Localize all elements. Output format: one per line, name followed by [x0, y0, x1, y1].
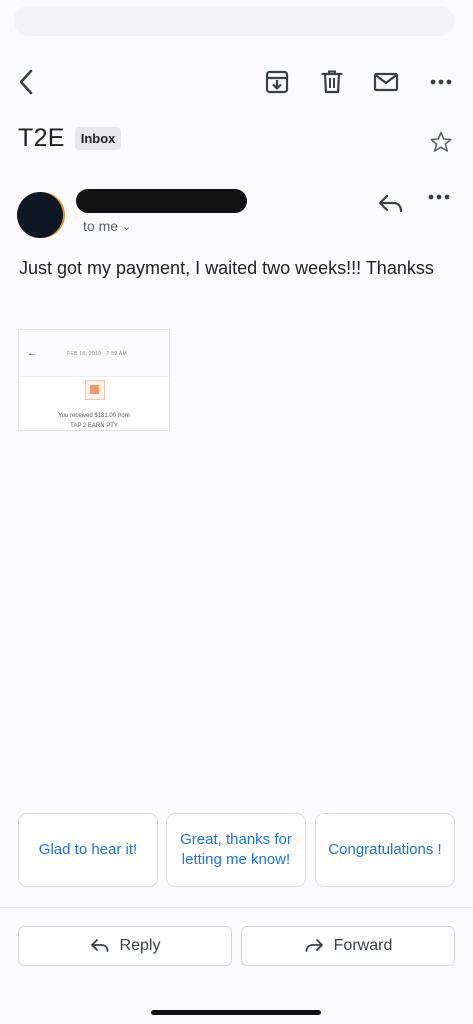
forward-icon: [305, 939, 323, 952]
reply-label: Reply: [119, 937, 161, 954]
forward-button[interactable]: Forward: [241, 926, 455, 966]
attachment-header: ← FEB 16, 2019 · 7:59 AM: [19, 330, 169, 377]
inbox-label-badge[interactable]: Inbox: [74, 127, 122, 150]
top-toolbar: [0, 58, 473, 106]
payment-logo-icon: [85, 380, 105, 400]
mail-icon: [373, 72, 399, 92]
back-button[interactable]: [12, 66, 40, 98]
attachment-thumbnail[interactable]: ← FEB 16, 2019 · 7:59 AM You received $1…: [18, 329, 170, 431]
status-bar: [0, 0, 473, 44]
forward-label: Forward: [333, 937, 393, 954]
attachment-text-line2: TAP 2 EARN PTY: [70, 423, 118, 429]
message-more-button[interactable]: [428, 194, 450, 200]
status-bar-blurred: [14, 6, 454, 36]
smart-reply-chip[interactable]: Glad to hear it!: [18, 813, 158, 887]
reply-button[interactable]: Reply: [18, 926, 232, 966]
archive-button[interactable]: [264, 68, 290, 96]
star-outline-icon: [430, 131, 452, 152]
reply-icon: [378, 194, 403, 213]
more-options-button[interactable]: [428, 72, 454, 92]
attachment-date: FEB 16, 2019 · 7:59 AM: [67, 351, 127, 357]
smart-reply-chip[interactable]: Congratulations !: [315, 813, 455, 887]
more-horizontal-icon: [430, 79, 452, 85]
star-button[interactable]: [429, 130, 453, 154]
recipient-text: to me: [83, 218, 119, 234]
sender-name-redacted: [76, 189, 247, 213]
home-indicator[interactable]: [151, 1010, 321, 1015]
trash-icon: [321, 70, 343, 94]
chevron-down-icon: ⌄: [122, 220, 132, 233]
delete-button[interactable]: [319, 68, 345, 96]
smart-reply-chip[interactable]: Great, thanks for letting me know!: [166, 813, 306, 887]
reply-icon: [90, 939, 108, 952]
attachment-text-line1: You received $181.00 from: [58, 413, 130, 419]
message-body: Just got my payment, I waited two weeks!…: [19, 258, 434, 278]
more-horizontal-icon: [428, 194, 450, 200]
divider: [0, 907, 473, 908]
sender-avatar[interactable]: [17, 192, 63, 238]
recipient-details-toggle[interactable]: to me ⌄: [83, 218, 131, 234]
back-arrow-icon: ←: [27, 348, 37, 359]
reply-icon-button[interactable]: [377, 192, 405, 216]
subject-line: T2E Inbox: [18, 124, 122, 153]
mark-unread-button[interactable]: [372, 68, 400, 96]
archive-icon: [265, 70, 289, 94]
subject-title: T2E: [18, 124, 65, 152]
chevron-left-icon: [19, 69, 33, 95]
